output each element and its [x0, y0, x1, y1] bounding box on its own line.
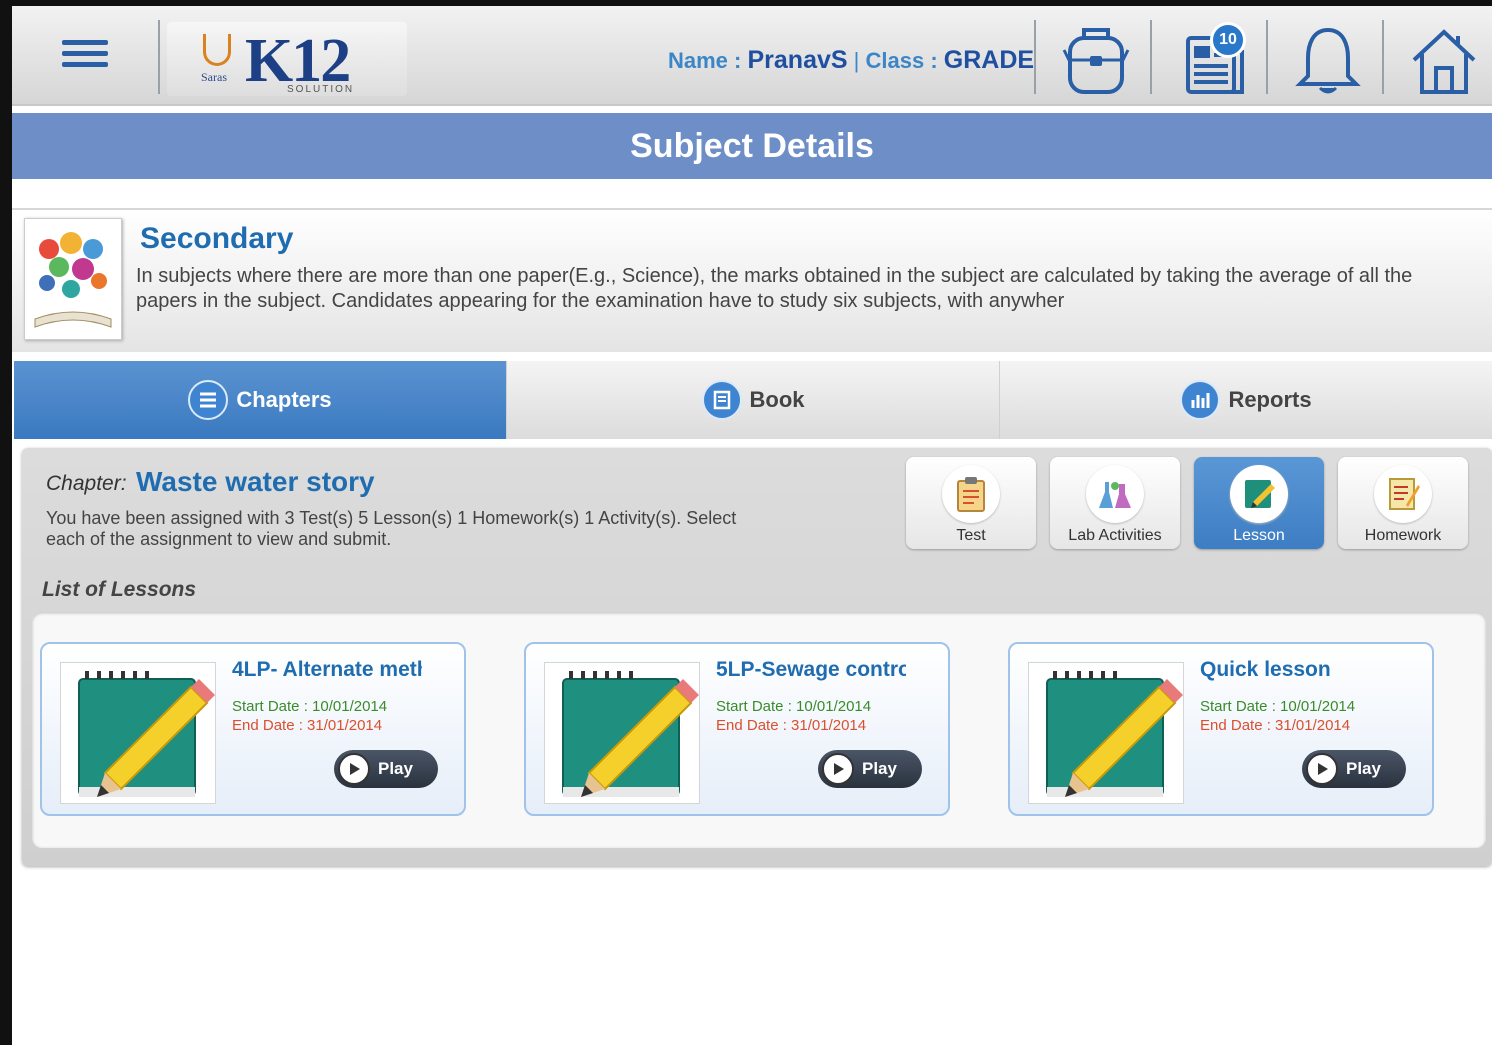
lesson-card[interactable]: Quick lesson Start Date : 10/01/2014 End…: [1008, 642, 1434, 816]
chart-icon: [1180, 380, 1221, 420]
lab-activities-button-label: Lab Activities: [1068, 527, 1162, 544]
lesson-card[interactable]: 4LP- Alternate meth Start Date : 10/01/2…: [40, 642, 466, 816]
lesson-button[interactable]: Lesson: [1194, 457, 1324, 549]
bell-icon[interactable]: [1290, 22, 1366, 98]
divider: [1150, 20, 1152, 94]
play-button[interactable]: Play: [334, 750, 438, 788]
homework-button[interactable]: Homework: [1338, 457, 1468, 549]
user-info: Name : PranavS | Class : GRADE: [668, 46, 1034, 75]
lesson-card[interactable]: 5LP-Sewage control Start Date : 10/01/20…: [524, 642, 950, 816]
homework-button-label: Homework: [1364, 527, 1442, 544]
chapter-description: You have been assigned with 3 Test(s) 5 …: [46, 508, 737, 549]
lab-activities-button[interactable]: Lab Activities: [1050, 457, 1180, 549]
lesson-title: 4LP- Alternate meth: [232, 658, 422, 681]
chapter-panel: Chapter: Waste water story You have been…: [22, 448, 1492, 866]
shield-icon: [203, 34, 231, 66]
play-button[interactable]: Play: [1302, 750, 1406, 788]
lesson-start-date: Start Date : 10/01/2014: [1200, 698, 1356, 715]
notebook-icon: [1230, 465, 1288, 523]
play-icon: [822, 753, 854, 785]
logo-tagline: SOLUTION: [287, 84, 355, 95]
chapter-name: Waste water story: [136, 466, 375, 497]
homework-icon: [1374, 465, 1432, 523]
backpack-icon[interactable]: [1058, 22, 1134, 98]
chapter-label: Chapter:: [46, 472, 127, 495]
play-label: Play: [378, 759, 413, 778]
lesson-start-date: Start Date : 10/01/2014: [232, 698, 388, 715]
tab-reports[interactable]: Reports: [1000, 361, 1492, 439]
tab-reports-label: Reports: [1228, 387, 1312, 412]
logo-brand-small: Saras: [201, 70, 227, 84]
play-label: Play: [862, 759, 897, 778]
play-icon: [338, 753, 370, 785]
subject-title: Secondary: [140, 222, 294, 255]
subject-summary: Secondary In subjects where there are mo…: [12, 208, 1492, 352]
lesson-button-label: Lesson: [1233, 527, 1285, 544]
class-label: Class :: [865, 48, 938, 73]
notebook-icon: [544, 662, 700, 804]
divider: [158, 20, 160, 94]
list-icon: [188, 380, 229, 420]
tab-chapters-label: Chapters: [236, 387, 332, 412]
hamburger-menu-icon[interactable]: [62, 40, 108, 72]
play-label: Play: [1346, 759, 1381, 778]
subject-tabs: Chapters Book Reports: [14, 361, 1492, 439]
user-name: PranavS: [747, 46, 848, 74]
notification-badge: 10: [1210, 22, 1246, 58]
news-icon[interactable]: 10: [1174, 22, 1250, 98]
lesson-end-date: End Date : 31/01/2014: [232, 717, 383, 734]
lesson-title: 5LP-Sewage control: [716, 658, 906, 681]
play-icon: [1306, 753, 1338, 785]
test-button[interactable]: Test: [906, 457, 1036, 549]
home-icon[interactable]: [1406, 22, 1482, 98]
subject-description: In subjects where there are more than on…: [136, 265, 1413, 312]
divider: [1034, 20, 1036, 94]
top-bar: Saras K12 SOLUTION Name : PranavS | Clas…: [12, 6, 1492, 106]
divider: [1382, 20, 1384, 94]
tab-chapters[interactable]: Chapters: [14, 361, 507, 439]
lesson-start-date: Start Date : 10/01/2014: [716, 698, 872, 715]
divider: [1266, 20, 1268, 94]
class-value: GRADE: [943, 46, 1035, 74]
k12-logo: Saras K12 SOLUTION: [167, 22, 407, 96]
book-icon: [701, 380, 742, 420]
page-title-bar: Subject Details: [12, 113, 1492, 179]
subject-book-image: [24, 218, 122, 340]
play-button[interactable]: Play: [818, 750, 922, 788]
page-title: Subject Details: [630, 127, 874, 165]
name-label: Name :: [668, 48, 742, 73]
notebook-icon: [60, 662, 216, 804]
lab-icon: [1086, 465, 1144, 523]
clipboard-icon: [942, 465, 1000, 523]
tab-book-label: Book: [749, 387, 805, 412]
tab-book[interactable]: Book: [507, 361, 1000, 439]
lesson-end-date: End Date : 31/01/2014: [716, 717, 867, 734]
info-separator: |: [853, 48, 860, 73]
lesson-title: Quick lesson: [1200, 658, 1331, 681]
test-button-label: Test: [956, 527, 986, 544]
lesson-end-date: End Date : 31/01/2014: [1200, 717, 1351, 734]
lesson-list: 4LP- Alternate meth Start Date : 10/01/2…: [32, 612, 1486, 848]
list-of-lessons-title: List of Lessons: [42, 578, 197, 601]
notebook-icon: [1028, 662, 1184, 804]
